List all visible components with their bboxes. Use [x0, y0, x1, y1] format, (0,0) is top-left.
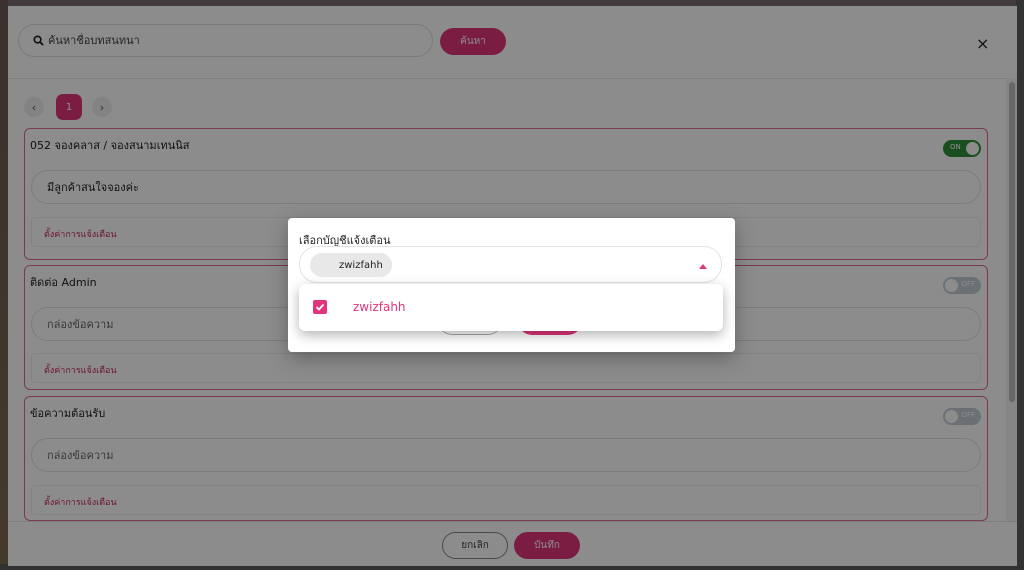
dropdown-option[interactable]: zwizfahh — [353, 300, 406, 314]
selected-account-chip[interactable]: zwizfahh — [310, 253, 392, 277]
caret-up-icon[interactable] — [699, 264, 707, 269]
checkbox-checked-icon[interactable] — [313, 300, 327, 314]
account-dropdown-menu: zwizfahh — [299, 284, 723, 331]
account-select[interactable]: zwizfahh — [299, 246, 722, 283]
check-icon — [315, 303, 325, 311]
